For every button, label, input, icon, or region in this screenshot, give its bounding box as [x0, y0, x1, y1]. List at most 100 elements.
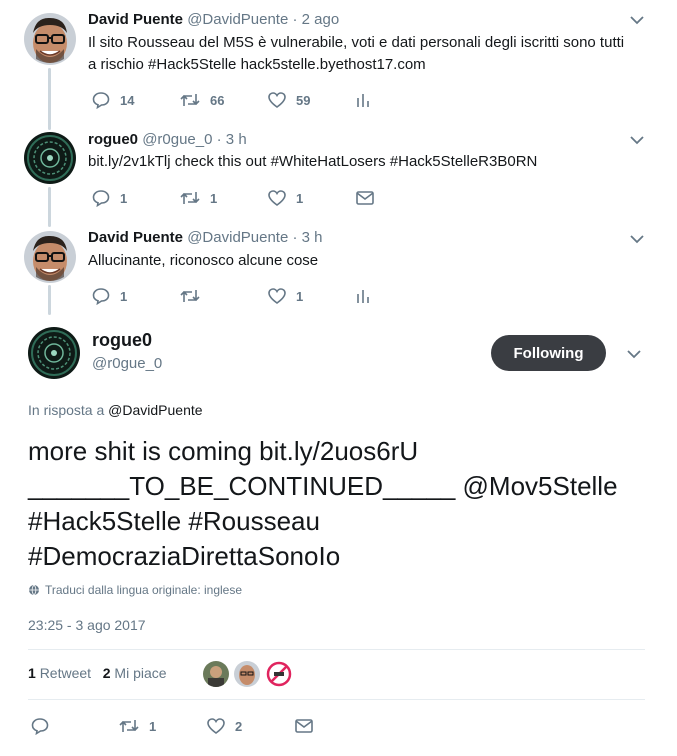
retweet-stat-count: 1: [28, 665, 36, 681]
retweet-button[interactable]: 66: [180, 92, 268, 108]
thread-line: [48, 285, 51, 315]
author-name[interactable]: rogue0: [88, 131, 138, 148]
timestamp[interactable]: · 2 ago: [293, 11, 340, 28]
retweet-stat-label: Retweet: [39, 665, 92, 681]
avatar[interactable]: [24, 13, 76, 65]
main-author-handle[interactable]: @r0gue_0: [92, 355, 162, 372]
tweet-text-line: Il sito Rousseau del M5S è vulnerabile, …: [88, 34, 625, 51]
tweet-text-line: a rischio #Hack5Stelle hack5stelle.byeth…: [88, 56, 426, 73]
liker-avatar[interactable]: [203, 661, 229, 687]
thread-line: [48, 187, 51, 227]
main-timestamp[interactable]: 23:25 - 3 ago 2017: [28, 617, 146, 633]
liker-avatar[interactable]: [234, 661, 260, 687]
tweet-actions: 14 66 59: [92, 91, 386, 109]
analytics-icon: [357, 94, 369, 107]
reply-icon: [92, 288, 110, 305]
reply-icon: [92, 190, 110, 207]
reply-to-link[interactable]: @DavidPuente: [108, 402, 202, 418]
like-count: 59: [296, 92, 311, 108]
divider: [28, 699, 645, 700]
tweet-actions: 1 1: [92, 287, 386, 305]
globe-icon: [29, 584, 39, 596]
liker-avatar[interactable]: [266, 661, 292, 687]
engagement-stats: 1 Retweet 2 Mi piace: [28, 665, 167, 681]
reply-button[interactable]: 14: [92, 91, 180, 109]
dm-button[interactable]: [295, 719, 325, 733]
avatar[interactable]: [28, 327, 80, 379]
author-handle[interactable]: @DavidPuente: [187, 11, 288, 28]
retweet-button[interactable]: [180, 288, 268, 304]
reply-icon: [92, 92, 110, 109]
retweet-count: 1: [149, 718, 157, 734]
like-stat-count: 2: [102, 665, 111, 681]
like-icon: [268, 288, 286, 304]
avatar[interactable]: [24, 132, 76, 184]
main-text-line: #Hack5Stelle #Rousseau: [28, 506, 320, 536]
like-button[interactable]: 59: [268, 92, 356, 108]
retweet-button[interactable]: 1: [119, 718, 207, 734]
author-handle[interactable]: @r0gue_0: [142, 131, 212, 148]
reply-button[interactable]: [31, 717, 119, 735]
retweet-stat[interactable]: 1 Retweet: [28, 665, 95, 681]
reply-count: 1: [120, 288, 128, 304]
tweet-text: Il sito Rousseau del M5S è vulnerabile, …: [88, 32, 624, 76]
main-text-line: more shit is coming bit.ly/2uos6rU: [28, 436, 419, 466]
retweet-button[interactable]: 1: [180, 190, 268, 206]
retweet-icon: [180, 192, 200, 204]
timestamp[interactable]: · 3 h: [217, 131, 247, 148]
retweet-count: 66: [210, 92, 225, 108]
reply-icon: [31, 718, 49, 735]
timestamp[interactable]: · 3 h: [293, 229, 323, 246]
main-actions: 1 2: [31, 717, 325, 735]
tweet-text: bit.ly/2v1kTlj check this out #WhiteHatL…: [88, 151, 537, 173]
like-button[interactable]: 1: [268, 288, 356, 304]
reply-count: 14: [120, 92, 135, 108]
author-name[interactable]: David Puente: [88, 229, 183, 246]
author-handle[interactable]: @DavidPuente: [187, 229, 288, 246]
like-button[interactable]: 1: [268, 190, 356, 206]
chevron-down-icon[interactable]: [626, 349, 642, 359]
reply-button[interactable]: 1: [92, 189, 180, 207]
like-button[interactable]: 2: [207, 718, 295, 734]
translate-link[interactable]: Traduci dalla lingua originale: inglese: [28, 583, 242, 597]
dm-icon: [295, 719, 313, 733]
chevron-down-icon[interactable]: [629, 15, 645, 25]
analytics-button[interactable]: [356, 92, 386, 108]
tweet-text-line: Allucinante, riconosco alcune cose: [88, 252, 319, 269]
avatar[interactable]: [24, 231, 76, 283]
chevron-down-icon[interactable]: [629, 234, 645, 244]
dm-icon: [356, 191, 374, 205]
chevron-down-icon[interactable]: [629, 135, 645, 145]
retweet-icon: [180, 94, 200, 106]
retweet-icon: [180, 290, 200, 302]
thread-line: [48, 68, 51, 130]
like-count: 2: [235, 718, 243, 734]
reply-prefix: In risposta a: [28, 402, 105, 418]
main-tweet-text: more shit is coming bit.ly/2uos6rU _____…: [28, 434, 668, 574]
tweet-text: Allucinante, riconosco alcune cose: [88, 250, 318, 272]
like-icon: [268, 92, 286, 108]
like-stat-label: Mi piace: [114, 665, 167, 681]
like-count: 1: [296, 190, 304, 206]
translate-label: Traduci dalla lingua originale: inglese: [45, 583, 243, 597]
reply-context: In risposta a @DavidPuente: [28, 402, 203, 418]
main-text-line: _______TO_BE_CONTINUED_____ @Mov5Stelle: [28, 471, 618, 501]
divider: [28, 649, 645, 650]
reply-button[interactable]: 1: [92, 287, 180, 305]
like-count: 1: [296, 288, 304, 304]
like-stat[interactable]: 2 Mi piace: [103, 665, 167, 681]
following-button[interactable]: Following: [491, 335, 606, 371]
retweet-count: 1: [210, 190, 218, 206]
dm-button[interactable]: [356, 191, 386, 205]
tweet-header: rogue0 @r0gue_0 · 3 h: [88, 131, 247, 148]
main-author-name[interactable]: rogue0: [92, 330, 152, 351]
reply-count: 1: [120, 190, 128, 206]
analytics-icon: [357, 290, 369, 303]
analytics-button[interactable]: [356, 288, 386, 304]
like-icon: [268, 190, 286, 206]
tweet-header: David Puente @DavidPuente · 3 h: [88, 229, 323, 246]
tweet-header: David Puente @DavidPuente · 2 ago: [88, 11, 339, 28]
author-name[interactable]: David Puente: [88, 11, 183, 28]
tweet-actions: 1 1 1: [92, 189, 386, 207]
main-text-line: #DemocraziaDirettaSonoIo: [28, 541, 341, 571]
